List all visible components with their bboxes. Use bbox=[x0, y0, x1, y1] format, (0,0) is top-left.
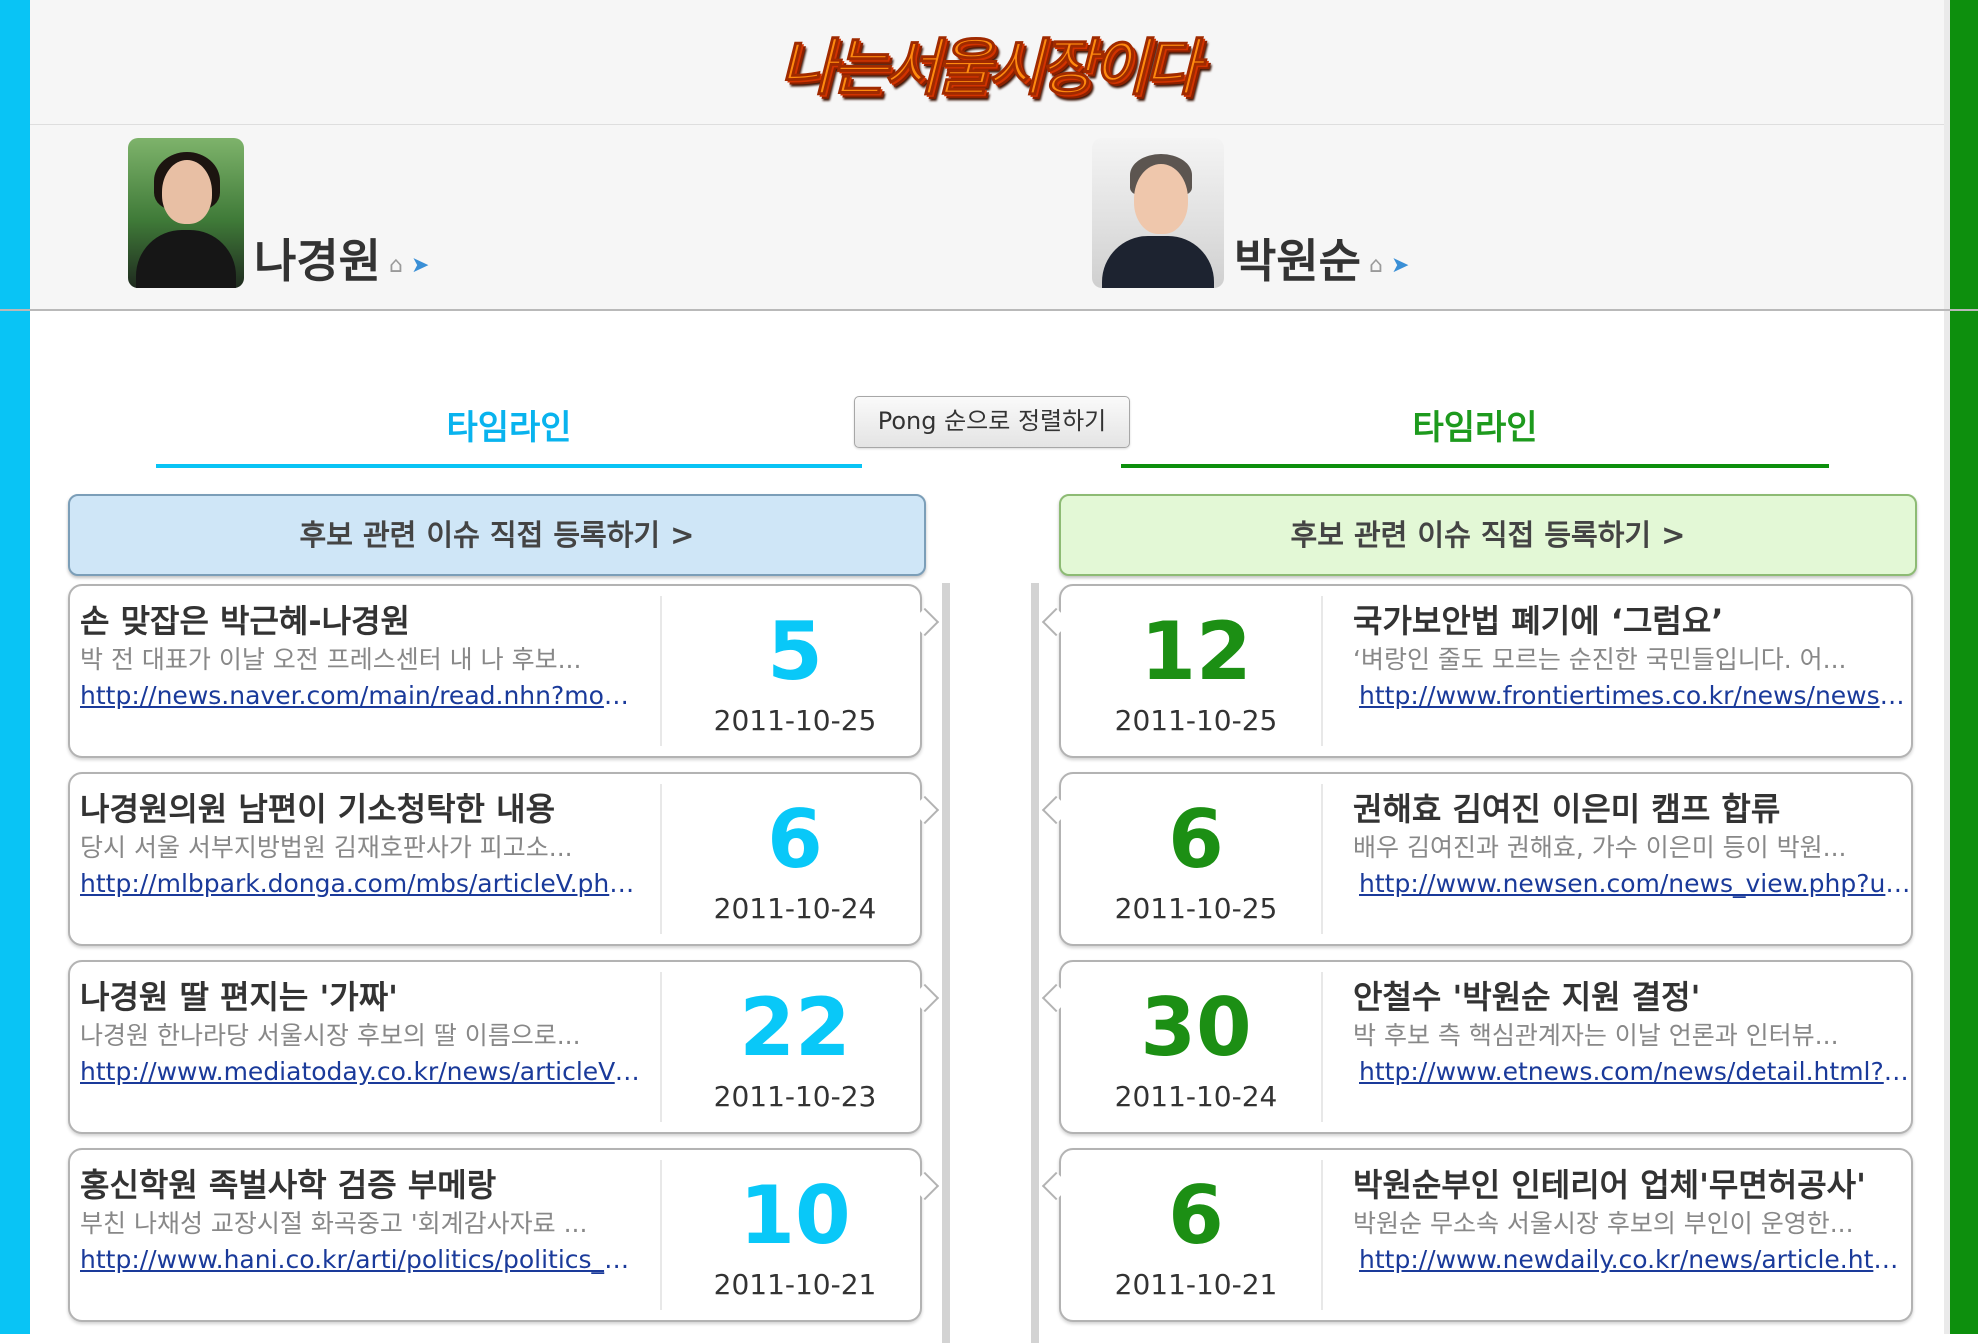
card-link[interactable]: http://news.naver.com/main/read.nhn?mod.… bbox=[80, 678, 640, 714]
candidate-left: 나경원 ⌂ ➤ bbox=[128, 138, 429, 288]
right-accent-bar bbox=[1944, 0, 1978, 1334]
register-issue-button-left[interactable]: 후보 관련 이슈 직접 등록하기 > bbox=[68, 494, 926, 576]
card-stat: 10 2011-10-21 bbox=[670, 1166, 920, 1301]
card-date: 2011-10-24 bbox=[713, 892, 877, 925]
pong-count[interactable]: 22 bbox=[670, 978, 920, 1078]
timeline-card[interactable]: 안철수 '박원순 지원 결정' 박 후보 측 핵심관계자는 이날 언론과 인터뷰.… bbox=[1059, 960, 1913, 1134]
pong-count[interactable]: 10 bbox=[670, 1166, 920, 1266]
card-description: ‘벼랑인 줄도 모르는 순진한 국민들입니다. 어... bbox=[1353, 645, 1847, 674]
card-description: 박원순 무소속 서울시장 후보의 부인이 운영한... bbox=[1353, 1209, 1854, 1238]
card-date: 2011-10-23 bbox=[713, 1080, 877, 1113]
card-divider bbox=[1321, 784, 1323, 934]
card-text: 나경원 딸 편지는 '가짜' 나경원 한나라당 서울시장 후보의 딸 이름으로..… bbox=[80, 976, 640, 1090]
card-divider bbox=[660, 596, 662, 746]
timeline-card[interactable]: 손 맞잡은 박근혜-나경원박 전 대표가 이날 오전 프레스센터 내 나 후보.… bbox=[68, 584, 922, 758]
card-link[interactable]: http://www.newsen.com/news_view.php?ui..… bbox=[1353, 866, 1913, 902]
card-description: 배우 김여진과 권해효, 가수 이은미 등이 박원... bbox=[1353, 833, 1847, 862]
timeline-card[interactable]: 홍신학원 족벌사학 검증 부메랑부친 나채성 교장시절 화곡중고 '회계감사자료… bbox=[68, 1148, 922, 1322]
card-date: 2011-10-21 bbox=[1114, 1268, 1278, 1301]
pong-count[interactable]: 6 bbox=[1071, 790, 1321, 890]
card-description: 부친 나채성 교장시절 화곡중고 '회계감사자료 ... bbox=[80, 1209, 588, 1238]
pong-count[interactable]: 12 bbox=[1071, 602, 1321, 702]
card-divider bbox=[1321, 1160, 1323, 1310]
candidate-left-name: 나경원 bbox=[254, 234, 381, 288]
card-title[interactable]: 박원순부인 인테리어 업체'무면허공사' bbox=[1353, 1164, 1913, 1206]
card-divider bbox=[660, 1160, 662, 1310]
candidate-right: 박원순 ⌂ ➤ bbox=[1092, 138, 1409, 288]
card-date: 2011-10-25 bbox=[713, 704, 877, 737]
card-title[interactable]: 홍신학원 족벌사학 검증 부메랑 bbox=[80, 1164, 640, 1206]
card-stat: 6 2011-10-21 bbox=[1071, 1166, 1321, 1301]
home-icon[interactable]: ⌂ bbox=[1369, 253, 1383, 278]
card-description: 나경원 한나라당 서울시장 후보의 딸 이름으로... bbox=[80, 1021, 581, 1050]
card-text: 손 맞잡은 박근혜-나경원박 전 대표가 이날 오전 프레스센터 내 나 후보.… bbox=[80, 600, 640, 714]
header-divider bbox=[0, 309, 1978, 311]
pong-count[interactable]: 5 bbox=[670, 602, 920, 702]
logo-area: 나는서울시장이다 bbox=[30, 0, 1944, 125]
card-stat: 5 2011-10-25 bbox=[670, 602, 920, 737]
card-link[interactable]: http://www.mediatoday.co.kr/news/article… bbox=[80, 1054, 640, 1090]
card-date: 2011-10-21 bbox=[713, 1268, 877, 1301]
card-stat: 6 2011-10-24 bbox=[670, 790, 920, 925]
card-title[interactable]: 손 맞잡은 박근혜-나경원 bbox=[80, 600, 640, 642]
card-title[interactable]: 나경원 딸 편지는 '가짜' bbox=[80, 976, 640, 1018]
card-stat: 22 2011-10-23 bbox=[670, 978, 920, 1113]
card-divider bbox=[660, 972, 662, 1122]
candidate-right-name: 박원순 bbox=[1234, 234, 1361, 288]
twitter-bird-icon[interactable]: ➤ bbox=[1391, 253, 1409, 278]
card-description: 당시 서울 서부지방법원 김재호판사가 피고소... bbox=[80, 833, 573, 862]
timeline-card[interactable]: 권해효 김여진 이은미 캠프 합류배우 김여진과 권해효, 가수 이은미 등이 … bbox=[1059, 772, 1913, 946]
pong-count[interactable]: 6 bbox=[670, 790, 920, 890]
card-link[interactable]: http://www.etnews.com/news/detail.html?i… bbox=[1353, 1054, 1913, 1090]
candidate-right-photo bbox=[1092, 138, 1224, 288]
site-logo[interactable]: 나는서울시장이다 bbox=[778, 17, 1200, 107]
card-title[interactable]: 나경원의원 남편이 기소청탁한 내용 bbox=[80, 788, 640, 830]
twitter-bird-icon[interactable]: ➤ bbox=[411, 253, 429, 278]
tab-timeline-right[interactable]: 타임라인 bbox=[1121, 398, 1829, 468]
card-link[interactable]: http://www.newdaily.co.kr/news/article.h… bbox=[1353, 1242, 1913, 1278]
candidate-left-photo bbox=[128, 138, 244, 288]
pong-count[interactable]: 6 bbox=[1071, 1166, 1321, 1266]
card-text: 나경원의원 남편이 기소청탁한 내용당시 서울 서부지방법원 김재호판사가 피고… bbox=[80, 788, 640, 902]
card-date: 2011-10-25 bbox=[1114, 892, 1278, 925]
card-divider bbox=[1321, 596, 1323, 746]
card-stat: 30 2011-10-24 bbox=[1071, 978, 1321, 1113]
tab-timeline-left[interactable]: 타임라인 bbox=[156, 398, 862, 468]
card-date: 2011-10-24 bbox=[1114, 1080, 1278, 1113]
home-icon[interactable]: ⌂ bbox=[389, 253, 403, 278]
card-link[interactable]: http://www.frontiertimes.co.kr/news/news… bbox=[1353, 678, 1913, 714]
timeline-line-left bbox=[942, 583, 950, 1343]
sort-by-pong-button[interactable]: Pong 순으로 정렬하기 bbox=[854, 396, 1130, 448]
card-stat: 6 2011-10-25 bbox=[1071, 790, 1321, 925]
register-issue-button-right[interactable]: 후보 관련 이슈 직접 등록하기 > bbox=[1059, 494, 1917, 576]
timeline-card[interactable]: 나경원 딸 편지는 '가짜' 나경원 한나라당 서울시장 후보의 딸 이름으로..… bbox=[68, 960, 922, 1134]
card-link[interactable]: http://www.hani.co.kr/arti/politics/poli… bbox=[80, 1242, 640, 1278]
card-text: 박원순부인 인테리어 업체'무면허공사' 박원순 무소속 서울시장 후보의 부인이… bbox=[1353, 1164, 1913, 1278]
card-title[interactable]: 국가보안법 폐기에 ‘그럼요’ bbox=[1353, 600, 1913, 642]
timeline-card[interactable]: 나경원의원 남편이 기소청탁한 내용당시 서울 서부지방법원 김재호판사가 피고… bbox=[68, 772, 922, 946]
timeline-card[interactable]: 박원순부인 인테리어 업체'무면허공사' 박원순 무소속 서울시장 후보의 부인이… bbox=[1059, 1148, 1913, 1322]
pong-count[interactable]: 30 bbox=[1071, 978, 1321, 1078]
left-accent-bar bbox=[0, 0, 30, 1334]
card-text: 국가보안법 폐기에 ‘그럼요’ ‘벼랑인 줄도 모르는 순진한 국민들입니다. 어… bbox=[1353, 600, 1913, 714]
card-text: 홍신학원 족벌사학 검증 부메랑부친 나채성 교장시절 화곡중고 '회계감사자료… bbox=[80, 1164, 640, 1278]
card-divider bbox=[660, 784, 662, 934]
card-title[interactable]: 권해효 김여진 이은미 캠프 합류 bbox=[1353, 788, 1913, 830]
card-text: 권해효 김여진 이은미 캠프 합류배우 김여진과 권해효, 가수 이은미 등이 … bbox=[1353, 788, 1913, 902]
timeline-line-right bbox=[1031, 583, 1039, 1343]
card-link[interactable]: http://mlbpark.donga.com/mbs/articleV.ph… bbox=[80, 866, 640, 902]
card-stat: 12 2011-10-25 bbox=[1071, 602, 1321, 737]
card-date: 2011-10-25 bbox=[1114, 704, 1278, 737]
card-text: 안철수 '박원순 지원 결정' 박 후보 측 핵심관계자는 이날 언론과 인터뷰.… bbox=[1353, 976, 1913, 1090]
card-description: 박 후보 측 핵심관계자는 이날 언론과 인터뷰... bbox=[1353, 1021, 1839, 1050]
card-divider bbox=[1321, 972, 1323, 1122]
timeline-card[interactable]: 국가보안법 폐기에 ‘그럼요’ ‘벼랑인 줄도 모르는 순진한 국민들입니다. 어… bbox=[1059, 584, 1913, 758]
card-title[interactable]: 안철수 '박원순 지원 결정' bbox=[1353, 976, 1913, 1018]
card-description: 박 전 대표가 이날 오전 프레스센터 내 나 후보... bbox=[80, 645, 582, 674]
